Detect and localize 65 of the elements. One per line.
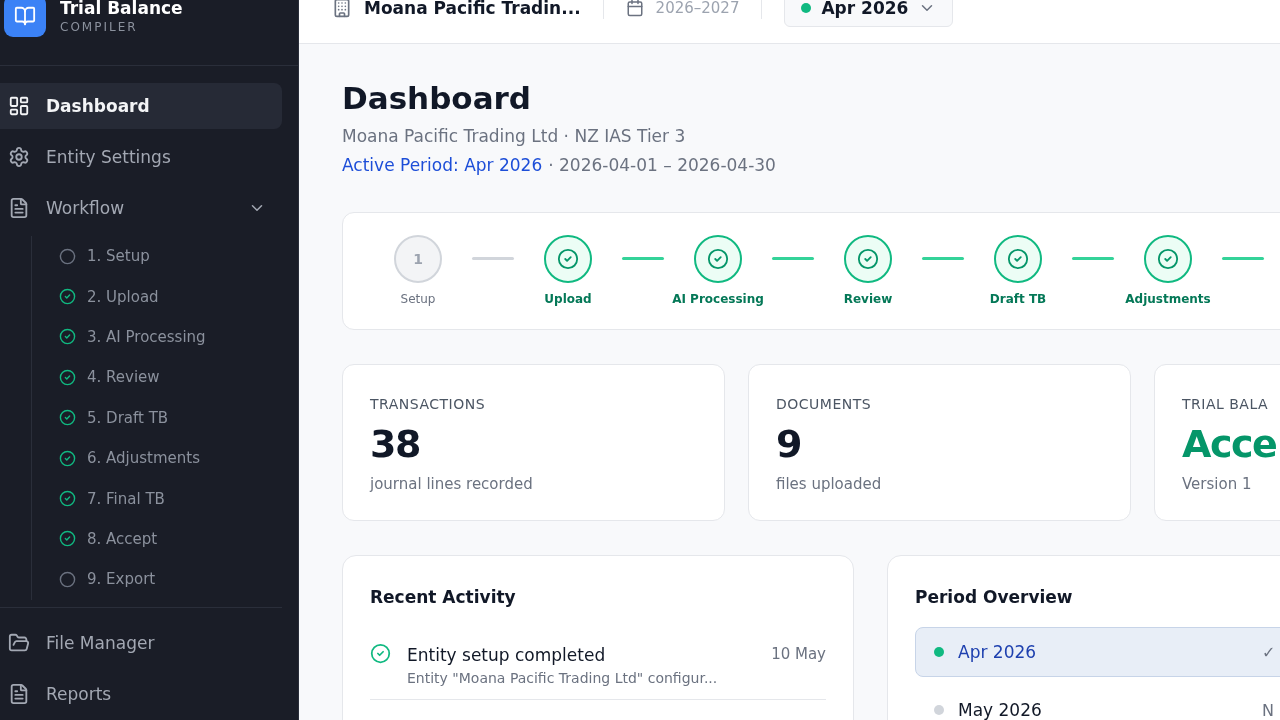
stat-label: DOCUMENTS [776,395,873,414]
sidebar-item[interactable]: Reports [0,670,282,717]
period-dropdown[interactable]: Apr 2026 [784,0,954,27]
building-icon [332,0,352,18]
active-period-link[interactable]: Active Period: Apr 2026 [342,152,543,178]
check-icon [857,248,879,270]
entity-name: Moana Pacific Tradin... [364,0,581,18]
stat-value: 38 [370,422,420,466]
step-label: Upload [544,291,592,307]
step-label: Setup [400,291,436,307]
workflow-step-item[interactable]: 1. Setup [59,236,298,277]
stat-value: Acce [1182,422,1277,466]
step-label: Adjustments [1125,291,1211,307]
workflow-step-item[interactable]: 9. Export [59,559,298,600]
stat-label: TRANSACTIONS [370,395,487,414]
activity-date: 10 May [771,644,826,665]
page-subtitle: Moana Pacific Trading Ltd · NZ IAS Tier 3 [342,125,687,148]
step-circle[interactable] [1144,235,1192,283]
check-icon [557,248,579,270]
card-title: Recent Activity [370,586,517,609]
document-icon [8,197,30,219]
step-number: 1 [413,251,423,267]
workflow-step-item[interactable]: 8. Accept [59,518,298,560]
document-icon [8,682,30,705]
check-icon [1157,248,1179,270]
workflow-step-item[interactable]: 6. Adjustments [59,437,298,479]
step-circle[interactable] [544,235,592,283]
stat-note: files uploaded [776,474,883,495]
workflow-step-item[interactable]: 2. Upload [59,276,298,317]
period-row[interactable]: Apr 2026 ✓ [915,627,1280,677]
sidebar-item[interactable]: File Manager [0,619,282,666]
step-label: AI Processing [672,291,764,307]
activity-title: Entity setup completed [407,644,607,667]
folder-icon [8,631,30,654]
app-subtitle: COMPILER [60,19,139,35]
step-label: Draft TB [989,291,1047,307]
stat-label: TRIAL BALA [1182,395,1270,414]
settings-icon [8,146,30,168]
sidebar-item[interactable]: Workflow [0,185,282,231]
status-dot [801,3,812,13]
stat-note: Version 1 [1182,474,1253,495]
app-title: Trial Balance [60,0,183,19]
card-title: Period Overview [915,586,1074,609]
check-icon [707,248,729,270]
sidebar-item[interactable]: Entity Settings [0,134,282,180]
check-icon [1007,248,1029,270]
dashboard-icon [8,95,30,117]
period-row[interactable]: May 2026 N [915,685,1280,720]
step-label: Review [843,291,893,307]
step-circle[interactable] [994,235,1042,283]
calendar-icon [625,0,644,17]
workflow-step-item[interactable]: 4. Review [59,357,298,398]
period-dates: · 2026-04-01 – 2026-04-30 [548,154,776,177]
stat-value: 9 [776,422,801,466]
sidebar-item[interactable]: Dashboard [0,83,282,129]
app-logo-icon [4,0,46,37]
stat-note: journal lines recorded [370,474,534,495]
activity-detail: Entity "Moana Pacific Trading Ltd" configur... [407,669,719,688]
page-title: Dashboard [342,79,533,118]
step-circle[interactable] [844,235,892,283]
step-circle[interactable] [694,235,742,283]
fiscal-year: 2026–2027 [655,0,740,17]
workflow-step-item[interactable]: 5. Draft TB [59,397,298,438]
workflow-step-item[interactable]: 3. AI Processing [59,316,298,358]
workflow-step-item[interactable]: 7. Final TB [59,478,298,519]
